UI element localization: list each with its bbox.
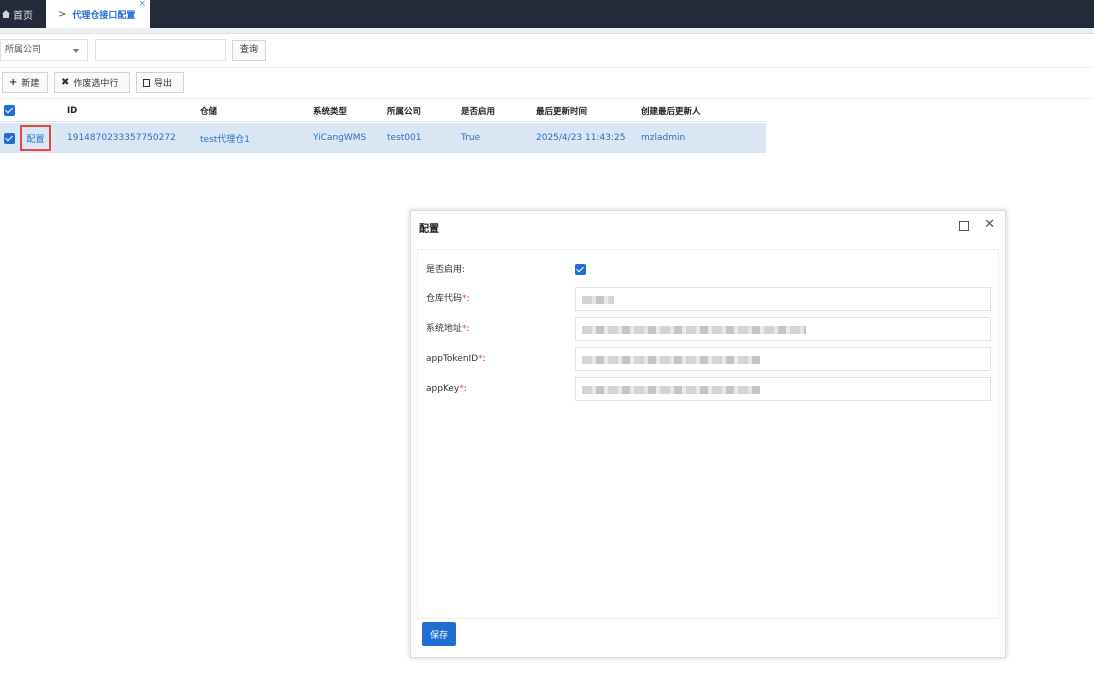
header-warehouse[interactable]: 仓储 <box>200 100 217 121</box>
system-address-text: 系统地址 <box>426 324 463 334</box>
export-icon <box>143 78 150 87</box>
config-link[interactable]: 配置 <box>20 125 51 151</box>
close-icon[interactable]: ✕ <box>984 218 995 231</box>
header-enabled[interactable]: 是否启用 <box>461 100 495 121</box>
dialog-header: 配置 ✕ <box>411 211 1005 243</box>
header-system-type[interactable]: 系统类型 <box>313 100 347 121</box>
system-address-label: 系统地址*: <box>426 316 470 342</box>
field-system-address: 系统地址*: <box>418 316 1000 342</box>
warehouse-code-text: 仓库代码 <box>426 294 463 304</box>
checkbox-icon <box>4 105 15 116</box>
app-token-text: appTokenID <box>426 354 479 364</box>
divider <box>0 98 1094 99</box>
x-icon: ✖ <box>61 77 70 88</box>
chevron-right-icon: > <box>58 8 67 20</box>
company-select-value: 所属公司 <box>5 45 42 55</box>
app-key-text: appKey <box>426 384 460 394</box>
divider <box>0 67 1094 68</box>
redacted-value <box>582 356 760 364</box>
warehouse-code-input[interactable] <box>575 287 991 311</box>
header-id[interactable]: ID <box>67 100 77 121</box>
top-tab-bar: 首页 > 代理仓接口配置 × <box>0 0 1094 28</box>
colon: : <box>466 324 470 334</box>
dialog-title: 配置 <box>419 223 439 235</box>
company-select[interactable]: 所属公司 <box>0 39 88 61</box>
tab-home-label: 首页 <box>13 10 33 22</box>
cell-id: 1914870233357750272 <box>67 133 176 143</box>
app-key-input[interactable] <box>575 377 991 401</box>
table-row[interactable]: 配置 1914870233357750272 test代理仓1 YiCangWM… <box>0 123 766 153</box>
colon: : <box>463 384 467 394</box>
export-button[interactable]: 导出 <box>136 72 184 93</box>
plus-icon: + <box>9 77 18 88</box>
void-button-label: 作废选中行 <box>73 79 119 89</box>
field-warehouse-code: 仓库代码*: <box>418 286 1000 312</box>
field-enabled: 是否启用: <box>418 257 1000 283</box>
new-button-label: 新建 <box>21 79 40 89</box>
app-token-label: appTokenID*: <box>426 346 486 372</box>
colon: : <box>482 354 486 364</box>
filter-row: 所属公司 查询 <box>0 38 1094 64</box>
cell-updated-by: mzladmin <box>641 133 686 143</box>
dialog-body: 是否启用: 仓库代码*: 系统地址*: appTokenID*: appKey*… <box>417 249 999 619</box>
export-button-label: 导出 <box>154 79 173 89</box>
caret-down-icon <box>73 49 79 53</box>
row-checkbox[interactable] <box>4 123 15 153</box>
tab-home[interactable]: 首页 <box>0 0 44 28</box>
select-all-checkbox[interactable] <box>4 100 15 121</box>
header-updated-by[interactable]: 创建最后更新人 <box>641 100 701 121</box>
cell-system-type: YiCangWMS <box>313 133 367 143</box>
search-input[interactable] <box>95 39 226 61</box>
tab-subline <box>0 28 1094 34</box>
toolbar: + 新建 ✖ 作废选中行 导出 <box>0 72 1094 94</box>
header-updated-at[interactable]: 最后更新时间 <box>536 100 587 121</box>
system-address-input[interactable] <box>575 317 991 341</box>
app-key-label: appKey*: <box>426 376 467 402</box>
dialog-footer-divider <box>417 618 999 619</box>
redacted-value <box>582 296 614 304</box>
app-token-input[interactable] <box>575 347 991 371</box>
enabled-checkbox[interactable] <box>575 264 586 275</box>
home-icon <box>2 10 10 18</box>
tab-close-icon[interactable]: × <box>138 0 146 9</box>
checkbox-icon <box>4 132 15 144</box>
config-dialog: 配置 ✕ 是否启用: 仓库代码*: 系统地址*: appTokenID*: ap… <box>410 210 1006 658</box>
new-button[interactable]: + 新建 <box>2 72 48 93</box>
tab-active-label: 代理仓接口配置 <box>72 10 136 21</box>
query-button[interactable]: 查询 <box>232 40 266 61</box>
cell-company: test001 <box>387 133 422 143</box>
enabled-label: 是否启用: <box>426 265 466 275</box>
tab-proxy-warehouse-config[interactable]: > 代理仓接口配置 × <box>46 0 150 28</box>
colon: : <box>466 294 470 304</box>
void-selected-button[interactable]: ✖ 作废选中行 <box>54 72 130 93</box>
field-app-key: appKey*: <box>418 376 1000 402</box>
warehouse-code-label: 仓库代码*: <box>426 286 470 312</box>
grid-header: ID 仓储 系统类型 所属公司 是否启用 最后更新时间 创建最后更新人 <box>0 100 766 122</box>
cell-warehouse: test代理仓1 <box>200 134 251 145</box>
cell-updated-at: 2025/4/23 11:43:25 <box>536 133 626 143</box>
checkbox-icon <box>575 264 586 275</box>
maximize-icon[interactable] <box>959 221 969 231</box>
header-company[interactable]: 所属公司 <box>387 100 421 121</box>
redacted-value <box>582 386 760 394</box>
field-app-token-id: appTokenID*: <box>418 346 1000 372</box>
cell-enabled: True <box>461 133 481 143</box>
redacted-value <box>582 326 806 334</box>
save-button[interactable]: 保存 <box>422 622 456 646</box>
